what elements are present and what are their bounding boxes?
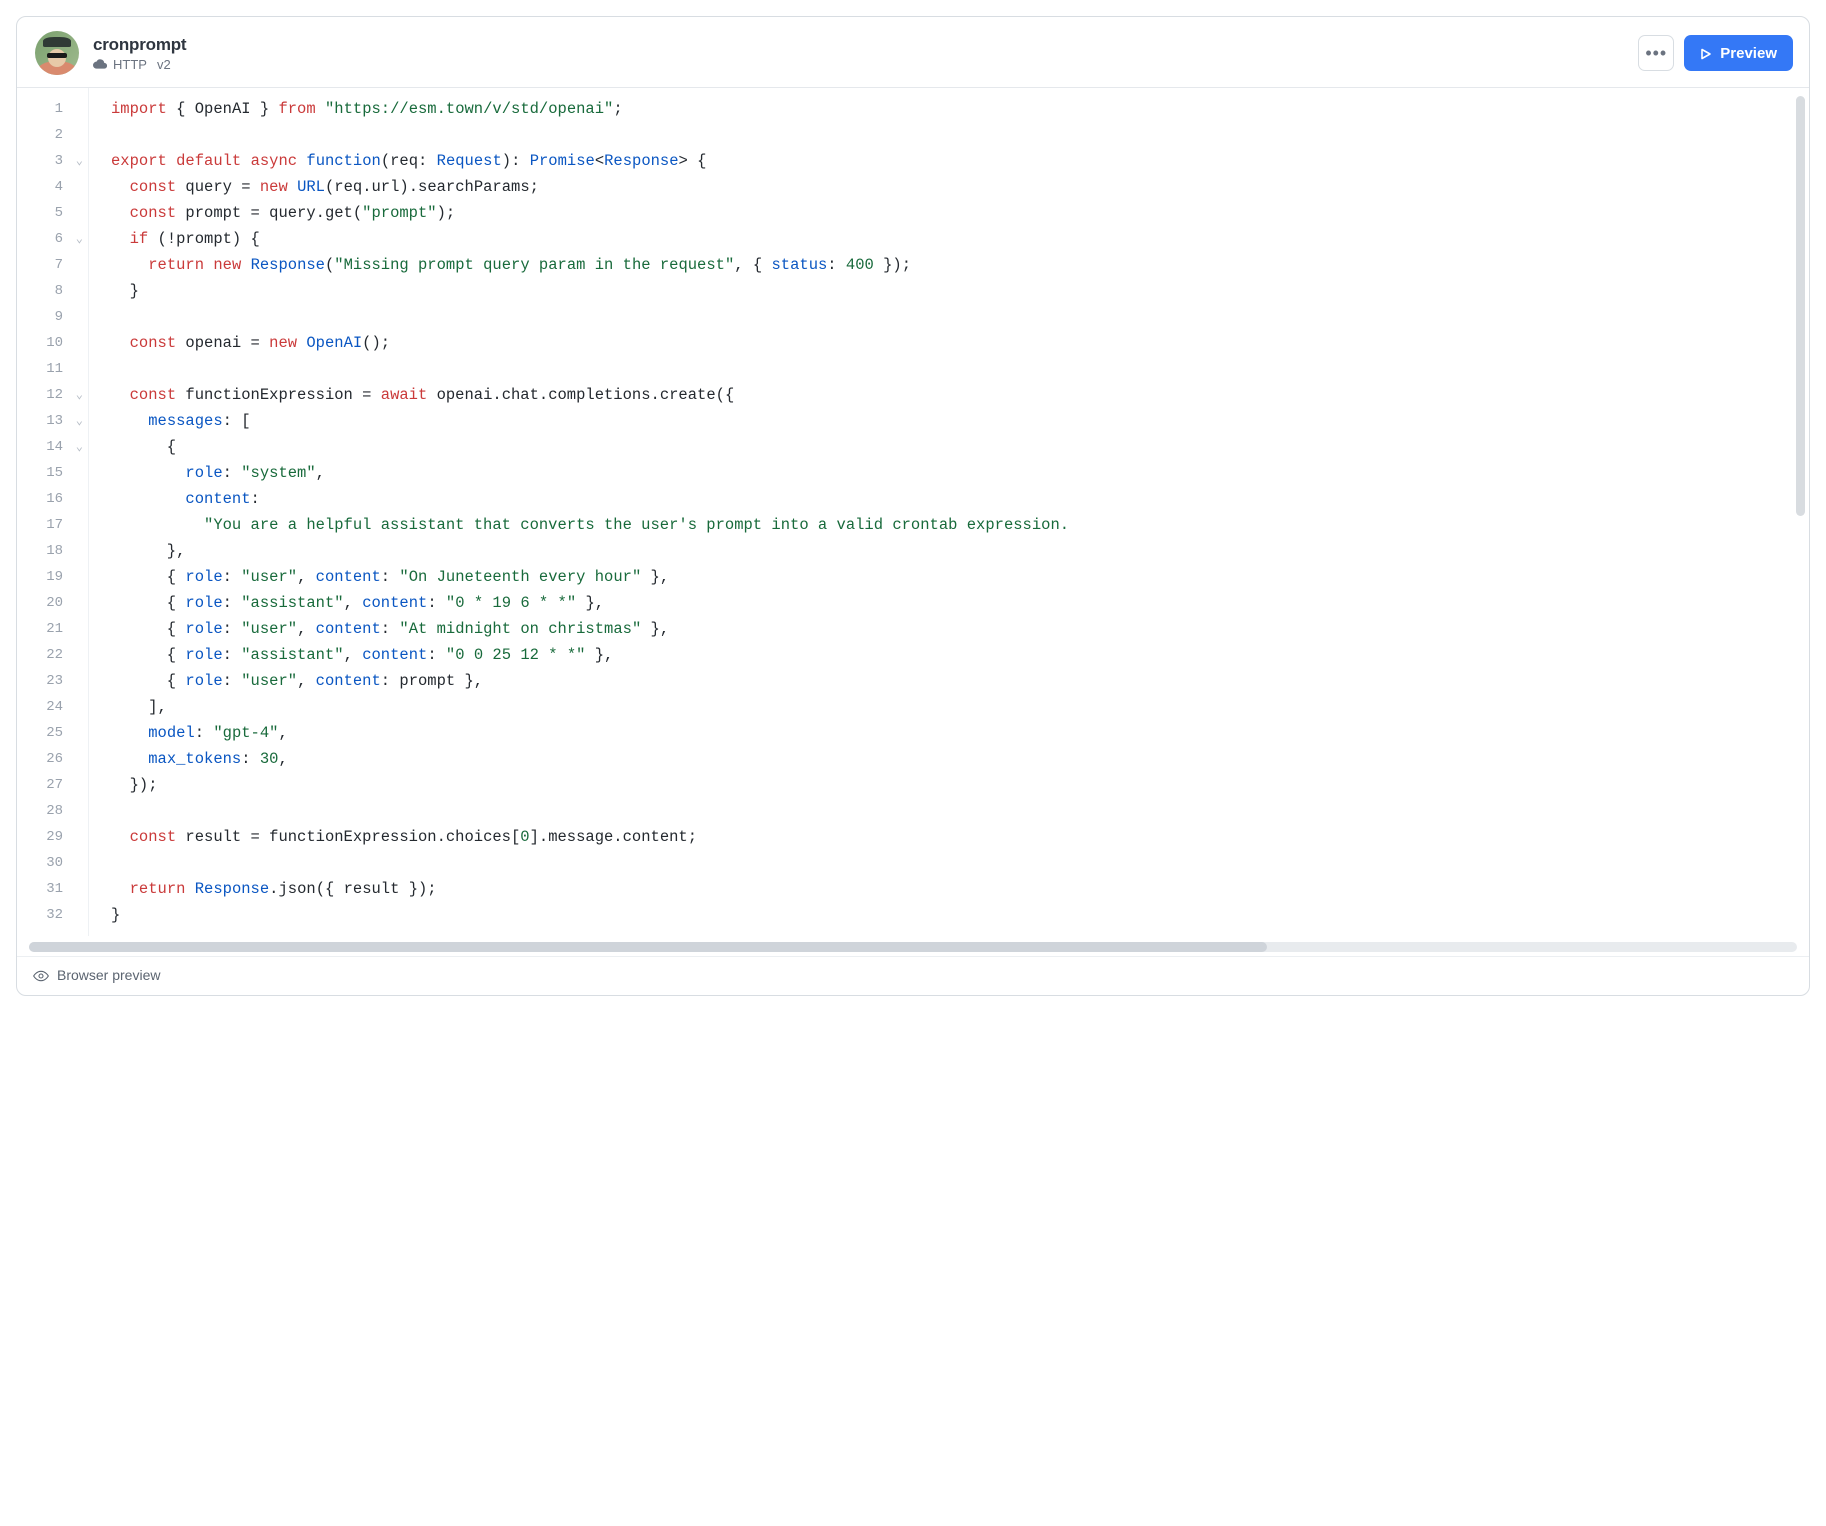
dots-icon: •••	[1645, 43, 1667, 64]
line-number[interactable]: 31	[17, 876, 89, 902]
code-editor[interactable]: 123⌄456⌄789101112⌄13⌄14⌄1516171819202122…	[17, 87, 1809, 936]
line-number[interactable]: 7	[17, 252, 89, 278]
chevron-down-icon[interactable]: ⌄	[76, 155, 83, 167]
line-number[interactable]: 24	[17, 694, 89, 720]
code-content[interactable]: import { OpenAI } from "https://esm.town…	[89, 88, 1809, 936]
line-number[interactable]: 17	[17, 512, 89, 538]
cloud-icon	[93, 59, 107, 69]
line-number[interactable]: 27	[17, 772, 89, 798]
line-number[interactable]: 22	[17, 642, 89, 668]
line-number[interactable]: 30	[17, 850, 89, 876]
chevron-down-icon[interactable]: ⌄	[76, 233, 83, 245]
code-card: cronprompt HTTP v2 ••• Preview	[16, 16, 1810, 996]
line-number[interactable]: 15	[17, 460, 89, 486]
project-title[interactable]: cronprompt	[93, 35, 186, 55]
line-number[interactable]: 4	[17, 174, 89, 200]
line-number[interactable]: 10	[17, 330, 89, 356]
line-number[interactable]: 9	[17, 304, 89, 330]
line-number[interactable]: 26	[17, 746, 89, 772]
line-number[interactable]: 25	[17, 720, 89, 746]
more-button[interactable]: •••	[1638, 35, 1674, 71]
line-number[interactable]: 16	[17, 486, 89, 512]
line-number[interactable]: 8	[17, 278, 89, 304]
line-number-gutter: 123⌄456⌄789101112⌄13⌄14⌄1516171819202122…	[17, 88, 89, 936]
vertical-scrollbar[interactable]	[1796, 96, 1805, 516]
line-number[interactable]: 20	[17, 590, 89, 616]
line-number[interactable]: 11	[17, 356, 89, 382]
line-number[interactable]: 14⌄	[17, 434, 89, 460]
line-number[interactable]: 29	[17, 824, 89, 850]
footer-label: Browser preview	[57, 967, 160, 983]
line-number[interactable]: 2	[17, 122, 89, 148]
line-number[interactable]: 23	[17, 668, 89, 694]
line-number[interactable]: 32	[17, 902, 89, 928]
line-number[interactable]: 13⌄	[17, 408, 89, 434]
avatar[interactable]	[35, 31, 79, 75]
type-label: HTTP	[113, 57, 147, 72]
chevron-down-icon[interactable]: ⌄	[76, 441, 83, 453]
line-number[interactable]: 18	[17, 538, 89, 564]
footer-browser-preview[interactable]: Browser preview	[17, 956, 1809, 995]
chevron-down-icon[interactable]: ⌄	[76, 389, 83, 401]
preview-label: Preview	[1720, 45, 1777, 62]
horizontal-scrollbar[interactable]	[29, 942, 1797, 952]
play-icon	[1700, 47, 1712, 59]
line-number[interactable]: 19	[17, 564, 89, 590]
subtitle-row: HTTP v2	[93, 57, 186, 72]
line-number[interactable]: 1	[17, 96, 89, 122]
line-number[interactable]: 6⌄	[17, 226, 89, 252]
line-number[interactable]: 28	[17, 798, 89, 824]
line-number[interactable]: 5	[17, 200, 89, 226]
eye-icon	[33, 969, 49, 981]
version-label[interactable]: v2	[157, 57, 171, 72]
preview-button[interactable]: Preview	[1684, 35, 1793, 71]
type-badge: HTTP	[93, 57, 147, 72]
title-column: cronprompt HTTP v2	[93, 35, 186, 72]
line-number[interactable]: 21	[17, 616, 89, 642]
header-actions: ••• Preview	[1638, 35, 1793, 71]
header: cronprompt HTTP v2 ••• Preview	[17, 17, 1809, 87]
line-number[interactable]: 3⌄	[17, 148, 89, 174]
line-number[interactable]: 12⌄	[17, 382, 89, 408]
horizontal-scrollbar-thumb[interactable]	[29, 942, 1267, 952]
chevron-down-icon[interactable]: ⌄	[76, 415, 83, 427]
